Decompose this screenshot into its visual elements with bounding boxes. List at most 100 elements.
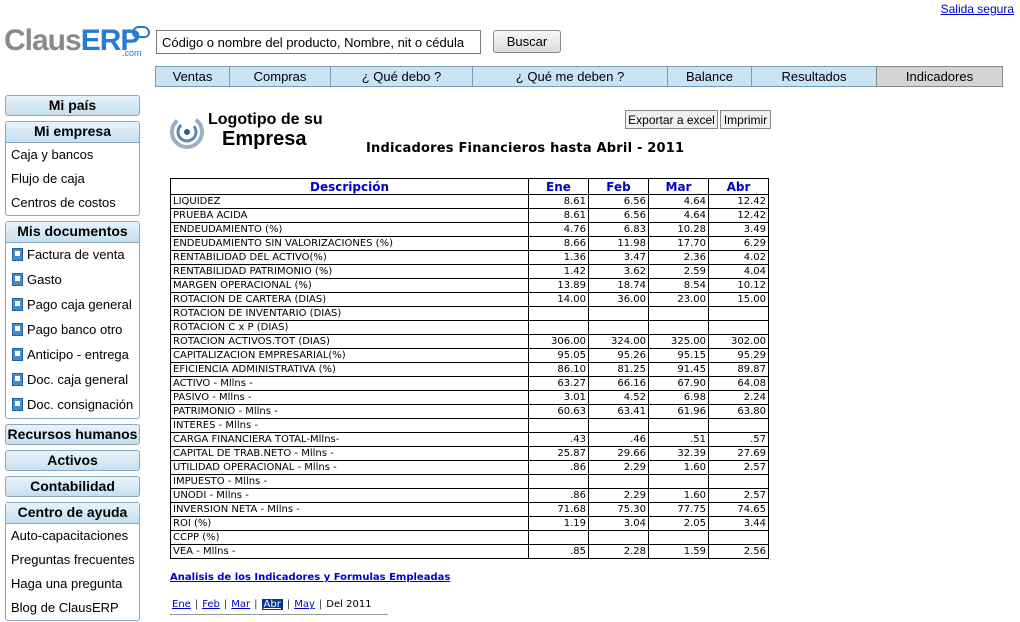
sidebar-item-label: Doc. consignación <box>27 397 134 412</box>
tab-balance[interactable]: Balance <box>667 66 752 87</box>
month-link-may[interactable]: May <box>294 599 315 610</box>
month-link-abr-current[interactable]: Abr <box>261 599 283 610</box>
sidebar-heading-centro-ayuda[interactable]: Centro de ayuda <box>6 503 139 524</box>
indicator-value-cell: 63.80 <box>708 404 769 419</box>
indicator-value-cell: 4.04 <box>708 264 769 279</box>
tab-que-debo[interactable]: ¿ Qué debo ? <box>330 66 473 87</box>
indicator-value-cell: 67.90 <box>648 376 709 391</box>
indicator-value-cell: 10.28 <box>648 222 709 237</box>
indicator-name-cell: CCPP (%) <box>170 530 529 545</box>
month-link-ene[interactable]: Ene <box>172 599 191 610</box>
table-row: UTILIDAD OPERACIONAL - Mllns - .86 2.29 1.6… <box>170 460 769 475</box>
indicator-name-cell: CAPITAL DE TRAB.NETO - Mllns - <box>170 446 529 461</box>
indicator-value-cell: 95.29 <box>708 348 769 363</box>
column-header-mar: Mar <box>648 178 709 195</box>
indicator-value-cell: 6.98 <box>648 390 709 405</box>
sidebar-item-factura-venta[interactable]: Factura de venta <box>6 243 139 268</box>
sidebar-item-caja-bancos[interactable]: Caja y bancos <box>6 143 139 167</box>
tab-indicadores[interactable]: Indicadores <box>876 66 1003 87</box>
column-header-feb: Feb <box>588 178 649 195</box>
indicator-value-cell: 64.08 <box>708 376 769 391</box>
sidebar-heading-mis-documentos[interactable]: Mis documentos <box>6 222 139 243</box>
indicator-value-cell: 61.96 <box>648 404 709 419</box>
indicator-value-cell: 75.30 <box>588 502 649 517</box>
indicator-name-cell: RENTABILIDAD DEL ACTIVO(%) <box>170 250 529 265</box>
indicator-value-cell: 95.26 <box>588 348 649 363</box>
indicator-value-cell: 12.42 <box>708 208 769 223</box>
export-excel-button[interactable]: Exportar a excel <box>625 110 718 129</box>
indicator-value-cell: 74.65 <box>708 502 769 517</box>
separator: | <box>223 599 228 610</box>
company-logo-line1: Logotipo de su <box>208 111 323 128</box>
year-label: Del 2011 <box>326 599 372 610</box>
sidebar-item-blog[interactable]: Blog de ClausERP <box>6 596 139 620</box>
indicator-value-cell: 2.56 <box>708 544 769 559</box>
indicator-value-cell: 2.24 <box>708 390 769 405</box>
indicator-value-cell: 6.83 <box>588 222 649 237</box>
indicator-value-cell: 3.47 <box>588 250 649 265</box>
sidebar-recursos-humanos[interactable]: Recursos humanos <box>5 424 140 445</box>
tab-compras[interactable]: Compras <box>229 66 331 87</box>
sidebar-item-centros-costos[interactable]: Centros de costos <box>6 191 139 215</box>
sidebar-item-anticipo-entrega[interactable]: Anticipo - entrega <box>6 343 139 368</box>
separator: | <box>254 599 258 610</box>
indicator-value-cell: 60.63 <box>528 404 589 419</box>
search-button[interactable]: Buscar <box>493 30 561 53</box>
table-row: ROTACION ACTIVOS.TOT (DIAS) 306.00 324.00 3… <box>170 334 769 349</box>
sidebar-item-label: Factura de venta <box>27 247 125 262</box>
sidebar-contabilidad[interactable]: Contabilidad <box>5 476 140 497</box>
sidebar-item-label: Doc. caja general <box>27 372 129 387</box>
indicator-value-cell: 10.12 <box>708 278 769 293</box>
indicator-value-cell: 8.61 <box>528 194 589 209</box>
indicator-value-cell <box>528 418 589 433</box>
indicator-value-cell: 13.89 <box>528 278 589 293</box>
sidebar-item-gasto[interactable]: Gasto <box>6 268 139 293</box>
search-input[interactable] <box>156 30 481 54</box>
indicator-value-cell <box>588 418 649 433</box>
sidebar-item-doc-caja-general[interactable]: Doc. caja general <box>6 368 139 393</box>
sidebar-heading-mi-empresa[interactable]: Mi empresa <box>6 122 139 143</box>
indicator-value-cell: 3.01 <box>528 390 589 405</box>
table-row: PATRIMONIO - Mllns -60.63 63.41 61.96 63.80 <box>170 404 769 419</box>
indicator-value-cell: .86 <box>528 488 589 503</box>
print-button[interactable]: Imprimir <box>720 110 771 129</box>
analysis-formulas-link[interactable]: Analisis de los Indicadores y Formulas E… <box>170 572 450 583</box>
indicator-value-cell <box>708 530 769 545</box>
month-link-feb[interactable]: Feb <box>202 599 220 610</box>
indicator-value-cell: 6.56 <box>588 194 649 209</box>
tab-ventas[interactable]: Ventas <box>155 66 230 87</box>
tab-resultados[interactable]: Resultados <box>751 66 877 87</box>
sidebar-mi-pais[interactable]: Mi país <box>5 95 140 116</box>
sidebar-item-preguntas-frecuentes[interactable]: Preguntas frecuentes <box>6 548 139 572</box>
tab-que-me-deben[interactable]: ¿ Qué me deben ? <box>472 66 668 87</box>
sidebar-activos[interactable]: Activos <box>5 450 140 471</box>
indicator-value-cell <box>588 320 649 335</box>
indicator-name-cell: LIQUIDEZ <box>170 194 529 209</box>
new-document-icon <box>12 248 23 261</box>
indicator-value-cell: 8.66 <box>528 236 589 251</box>
indicator-value-cell: 324.00 <box>588 334 649 349</box>
table-row: RENTABILIDAD PATRIMONIO (%) 1.42 3.62 2.59 4… <box>170 264 769 279</box>
sidebar-item-doc-consignacion[interactable]: Doc. consignación <box>6 393 139 418</box>
indicator-name-cell: INTERES - Mllns - <box>170 418 529 433</box>
indicator-name-cell: IMPUESTO - Mllns - <box>170 474 529 489</box>
sidebar-section-mis-documentos: Mis documentos Factura de venta Gasto Pa… <box>5 221 140 419</box>
indicator-name-cell: CAPITALIZACION EMPRESARIAL(%) <box>170 348 529 363</box>
sidebar-item-auto-capacitaciones[interactable]: Auto-capacitaciones <box>6 524 139 548</box>
table-row: INVERSION NETA - Mllns -71.68 75.30 77.75 7… <box>170 502 769 517</box>
table-row: CCPP (%) <box>170 530 769 545</box>
month-link-mar[interactable]: Mar <box>231 599 250 610</box>
sidebar-item-pago-caja-general[interactable]: Pago caja general <box>6 293 139 318</box>
table-row: ROTACION DE INVENTARIO (DIAS) <box>170 306 769 321</box>
sidebar-item-haga-pregunta[interactable]: Haga una pregunta <box>6 572 139 596</box>
sidebar-item-pago-banco-otro[interactable]: Pago banco otro <box>6 318 139 343</box>
report-title: Indicadores Financieros hasta Abril - 20… <box>366 141 685 156</box>
indicator-value-cell <box>648 418 709 433</box>
indicator-value-cell: 95.15 <box>648 348 709 363</box>
clauserp-logo[interactable]: ClausERP .com <box>4 24 150 60</box>
table-row: VEA - Mllns - .85 2.28 1.59 2.56 <box>170 544 769 559</box>
logout-link[interactable]: Salida segura <box>941 2 1014 16</box>
new-document-icon <box>12 273 23 286</box>
sidebar-item-flujo-caja[interactable]: Flujo de caja <box>6 167 139 191</box>
sidebar-item-label: Anticipo - entrega <box>27 347 129 362</box>
